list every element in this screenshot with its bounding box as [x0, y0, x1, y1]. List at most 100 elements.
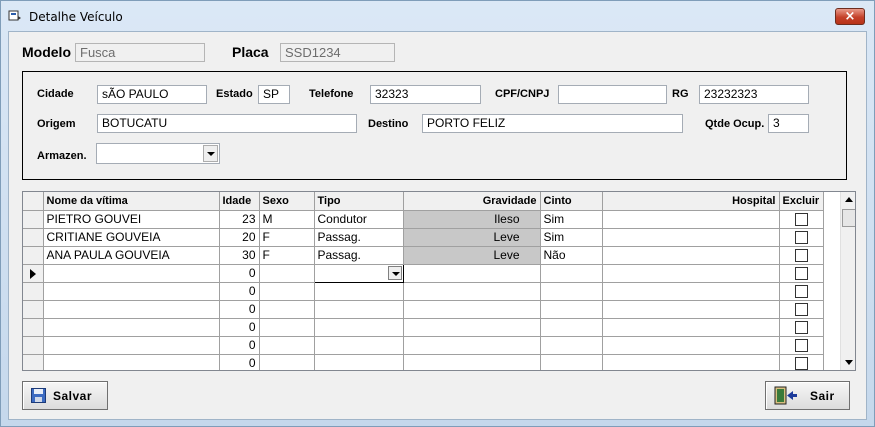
cell-tipo[interactable]: [314, 282, 404, 301]
cell-hospital[interactable]: [602, 264, 780, 283]
cell-sexo[interactable]: [259, 264, 315, 283]
cell-cinto[interactable]: [540, 300, 603, 319]
excluir-checkbox[interactable]: [794, 231, 808, 245]
placa-field[interactable]: SSD1234: [280, 43, 395, 62]
cell-cinto[interactable]: [540, 318, 603, 337]
cell-gravidade[interactable]: [403, 336, 541, 355]
cell-sexo[interactable]: F: [259, 246, 315, 265]
salvar-button[interactable]: Salvar: [22, 381, 108, 410]
cell-idade[interactable]: 0: [219, 318, 260, 337]
chevron-down-icon[interactable]: [387, 265, 402, 280]
cell-gravidade[interactable]: Ileso: [403, 210, 541, 229]
cell-gravidade[interactable]: Leve: [403, 228, 541, 247]
col-nome-header[interactable]: Nome da vítima: [43, 192, 220, 211]
cell-sexo[interactable]: [259, 300, 315, 319]
cell-tipo[interactable]: [314, 354, 404, 370]
cell-nome[interactable]: PIETRO GOUVEI: [43, 210, 220, 229]
cell-nome[interactable]: [43, 300, 220, 319]
telefone-field[interactable]: 32323: [370, 85, 481, 104]
col-idade-header[interactable]: Idade: [219, 192, 260, 211]
cell-nome[interactable]: [43, 282, 220, 301]
cell-cinto[interactable]: Sim: [540, 228, 603, 247]
cell-excluir[interactable]: [779, 354, 824, 370]
close-button[interactable]: ×: [835, 8, 865, 25]
cell-idade[interactable]: 23: [219, 210, 260, 229]
table-row[interactable]: CRITIANE GOUVEIA 20 F Passag. Leve Sim: [23, 228, 824, 247]
cell-tipo[interactable]: Passag.: [314, 228, 404, 247]
table-row[interactable]: 0: [23, 354, 824, 370]
cell-hospital[interactable]: [602, 318, 780, 337]
cidade-field[interactable]: sÃO PAULO: [97, 85, 207, 104]
cell-tipo[interactable]: [314, 300, 404, 319]
cell-sexo[interactable]: M: [259, 210, 315, 229]
table-row[interactable]: 0: [23, 263, 824, 283]
table-row[interactable]: 0: [23, 282, 824, 301]
cell-nome[interactable]: [43, 354, 220, 370]
excluir-checkbox[interactable]: [794, 303, 808, 317]
cell-hospital[interactable]: [602, 228, 780, 247]
cell-gravidade[interactable]: [403, 354, 541, 370]
sair-button[interactable]: Sair: [765, 381, 850, 410]
title-bar[interactable]: Detalhe Veículo ×: [1, 1, 874, 31]
cell-cinto[interactable]: Não: [540, 246, 603, 265]
cell-tipo[interactable]: Passag.: [314, 246, 404, 265]
origem-field[interactable]: BOTUCATU: [97, 114, 357, 133]
cell-excluir[interactable]: [779, 336, 824, 355]
cell-excluir[interactable]: [779, 318, 824, 337]
cell-tipo[interactable]: [313, 263, 404, 283]
cell-nome[interactable]: [43, 318, 220, 337]
table-row[interactable]: 0: [23, 318, 824, 337]
cell-gravidade[interactable]: Leve: [403, 246, 541, 265]
scroll-up-icon[interactable]: [841, 192, 855, 208]
cell-idade[interactable]: 0: [219, 264, 260, 283]
cell-nome[interactable]: CRITIANE GOUVEIA: [43, 228, 220, 247]
cell-sexo[interactable]: [259, 282, 315, 301]
cell-idade[interactable]: 0: [219, 300, 260, 319]
excluir-checkbox[interactable]: [794, 321, 808, 335]
vertical-scrollbar[interactable]: [840, 192, 855, 370]
cell-cinto[interactable]: [540, 336, 603, 355]
table-row[interactable]: ANA PAULA GOUVEIA 30 F Passag. Leve Não: [23, 246, 824, 265]
cell-sexo[interactable]: F: [259, 228, 315, 247]
table-row[interactable]: PIETRO GOUVEI 23 M Condutor Ileso Sim: [23, 210, 824, 229]
cell-hospital[interactable]: [602, 210, 780, 229]
victims-grid[interactable]: Nome da vítima Idade Sexo Tipo Gravidade…: [22, 191, 856, 371]
col-tipo-header[interactable]: Tipo: [314, 192, 404, 211]
cell-hospital[interactable]: [602, 282, 780, 301]
excluir-checkbox[interactable]: [794, 285, 808, 299]
table-row[interactable]: 0: [23, 300, 824, 319]
cell-idade[interactable]: 30: [219, 246, 260, 265]
scroll-thumb[interactable]: [842, 209, 855, 227]
cell-hospital[interactable]: [602, 354, 780, 370]
cell-excluir[interactable]: [779, 210, 824, 229]
cell-hospital[interactable]: [602, 246, 780, 265]
cell-cinto[interactable]: [540, 354, 603, 370]
armazen-select[interactable]: [96, 143, 220, 164]
col-sexo-header[interactable]: Sexo: [259, 192, 315, 211]
cell-tipo[interactable]: [314, 318, 404, 337]
cell-cinto[interactable]: [540, 282, 603, 301]
cell-nome[interactable]: [43, 264, 220, 283]
cell-cinto[interactable]: Sim: [540, 210, 603, 229]
destino-field[interactable]: PORTO FELIZ: [422, 114, 683, 133]
cell-gravidade[interactable]: [403, 264, 541, 283]
cell-tipo[interactable]: Condutor: [314, 210, 404, 229]
cell-excluir[interactable]: [779, 264, 824, 283]
col-hospital-header[interactable]: Hospital: [602, 192, 780, 211]
cell-nome[interactable]: [43, 336, 220, 355]
col-gravidade-header[interactable]: Gravidade: [403, 192, 541, 211]
cell-gravidade[interactable]: [403, 300, 541, 319]
cell-sexo[interactable]: [259, 318, 315, 337]
col-cinto-header[interactable]: Cinto: [540, 192, 603, 211]
cell-excluir[interactable]: [779, 282, 824, 301]
cell-excluir[interactable]: [779, 300, 824, 319]
cell-idade[interactable]: 0: [219, 336, 260, 355]
cell-excluir[interactable]: [779, 228, 824, 247]
excluir-checkbox[interactable]: [794, 249, 808, 263]
excluir-checkbox[interactable]: [794, 267, 808, 281]
table-row[interactable]: 0: [23, 336, 824, 355]
cell-hospital[interactable]: [602, 300, 780, 319]
excluir-checkbox[interactable]: [794, 213, 808, 227]
cell-excluir[interactable]: [779, 246, 824, 265]
cell-cinto[interactable]: [540, 264, 603, 283]
